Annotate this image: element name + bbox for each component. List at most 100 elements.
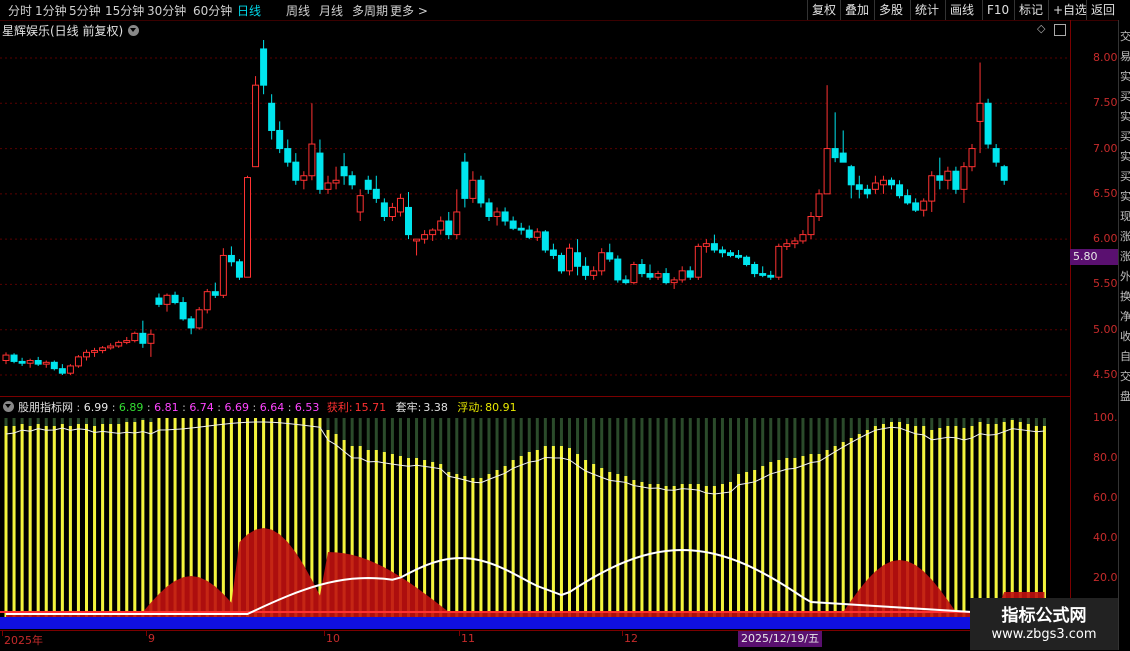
- indicator-bar: [632, 480, 636, 618]
- side-info-strip[interactable]: 交易实买实买实买实现涨涨外换净收自交盘: [1118, 20, 1130, 650]
- candle-body: [348, 175, 356, 186]
- toolbar-button[interactable]: 画线: [945, 0, 978, 20]
- candle-body: [461, 161, 469, 199]
- price-axis-label: 4.50: [1093, 368, 1118, 381]
- indicator-bar: [1026, 424, 1030, 618]
- indicator-value: 6.89: [118, 401, 144, 414]
- trapped-value: 3.38: [423, 401, 448, 414]
- indicator-bar: [1018, 422, 1022, 618]
- indicator-bar: [720, 484, 724, 618]
- candle-body: [405, 206, 412, 236]
- indicator-bar: [44, 426, 48, 618]
- period-tab[interactable]: 月线: [319, 2, 343, 19]
- float-line: [5, 421, 1045, 495]
- candle-body: [968, 148, 976, 168]
- period-tab[interactable]: 60分钟: [193, 2, 232, 19]
- period-tab[interactable]: 1分钟: [35, 2, 67, 19]
- period-tab[interactable]: 5分钟: [69, 2, 101, 19]
- toolbar-button[interactable]: +自选: [1048, 0, 1091, 20]
- period-tab[interactable]: 分时: [8, 2, 32, 19]
- indicator-bar: [101, 424, 105, 618]
- candle-body: [324, 182, 332, 190]
- toolbar-button[interactable]: 多股: [874, 0, 907, 20]
- candle-body: [445, 220, 453, 236]
- price-axis-label: 6.50: [1093, 186, 1118, 200]
- candle-body: [614, 258, 622, 281]
- toolbar-button[interactable]: 复权: [807, 0, 840, 20]
- candle-body: [219, 254, 227, 296]
- candle-body: [630, 264, 638, 284]
- toolbar-button[interactable]: 标记: [1014, 0, 1047, 20]
- indicator-bar: [576, 454, 580, 618]
- side-label: 实: [1120, 110, 1130, 123]
- period-tab[interactable]: 多周期: [352, 2, 388, 19]
- indicator-bar: [479, 478, 483, 618]
- toolbar-button[interactable]: 返回: [1086, 0, 1119, 20]
- candlestick-chart[interactable]: [0, 40, 1070, 396]
- cursor-date: 2025/12/19/五: [738, 631, 823, 647]
- indicator-bar: [133, 422, 137, 618]
- side-label: 换: [1120, 290, 1130, 303]
- stock-title[interactable]: 星辉娱乐(日线 前复权): [2, 22, 123, 39]
- side-label: 易: [1120, 50, 1130, 63]
- candle-body: [896, 184, 904, 197]
- indicator-bar: [825, 450, 829, 618]
- indicator-bar: [439, 464, 443, 618]
- indicator-bar: [769, 462, 773, 618]
- candle-body: [171, 294, 179, 304]
- indicator-bar: [85, 424, 88, 618]
- candle-body: [590, 270, 598, 276]
- panel-toggle-icon[interactable]: [1054, 24, 1066, 36]
- date-axis: 2025年 9 10 11 12: [0, 630, 1070, 651]
- candle-body: [566, 247, 573, 272]
- indicator-bar: [157, 418, 161, 618]
- period-tab[interactable]: 周线: [286, 2, 310, 19]
- candle-body: [380, 202, 388, 218]
- candle-body: [10, 354, 18, 362]
- candle-body: [34, 360, 42, 365]
- diamond-icon[interactable]: ◇: [1037, 22, 1045, 35]
- price-axis: 8.00 7.50 7.00 6.50 6.00 5.50 5.00 4.50: [1070, 20, 1119, 396]
- candle-body: [107, 345, 115, 349]
- indicator-chart[interactable]: [0, 415, 1070, 630]
- period-tab[interactable]: 30分钟: [147, 2, 186, 19]
- candle-body: [831, 148, 839, 159]
- side-label: 收: [1120, 330, 1130, 343]
- candle-body: [767, 274, 775, 278]
- indicator-name[interactable]: 股朋指标网: [18, 401, 73, 414]
- indicator-menu-icon[interactable]: [3, 401, 14, 412]
- indicator-bar: [52, 426, 56, 618]
- toolbar-button[interactable]: 统计: [910, 0, 943, 20]
- candle-body: [292, 161, 300, 181]
- candle-body: [147, 333, 155, 344]
- candle-body: [493, 211, 501, 218]
- candle-body: [332, 179, 340, 184]
- indicator-bar: [817, 454, 821, 618]
- indicator-bar: [712, 486, 716, 618]
- candle-body: [1000, 166, 1008, 181]
- indicator-bar: [970, 426, 974, 618]
- dropdown-icon[interactable]: [128, 25, 139, 36]
- toolbar-button[interactable]: F10: [982, 0, 1013, 20]
- candle-body: [694, 245, 702, 278]
- indicator-bar: [76, 424, 80, 618]
- indicator-bar: [986, 424, 990, 618]
- candle-body: [638, 264, 646, 275]
- candle-body: [340, 166, 348, 177]
- indicator-bar: [801, 456, 805, 618]
- side-label: 现: [1120, 210, 1130, 223]
- side-label: 实: [1120, 190, 1130, 203]
- candle-body: [557, 254, 565, 272]
- toolbar-button[interactable]: 叠加: [840, 0, 873, 20]
- indicator-value: 6.64: [259, 401, 285, 414]
- period-tab[interactable]: 更多 >: [390, 2, 428, 19]
- period-tab[interactable]: 日线: [237, 2, 261, 19]
- indicator-bar: [978, 422, 982, 618]
- period-tab[interactable]: 15分钟: [105, 2, 144, 19]
- indicator-bar: [149, 422, 153, 618]
- candle-body: [574, 252, 582, 267]
- candle-body: [952, 170, 960, 190]
- candle-body: [453, 211, 461, 236]
- candle-body: [549, 249, 557, 256]
- price-axis-label: 7.50: [1093, 96, 1118, 110]
